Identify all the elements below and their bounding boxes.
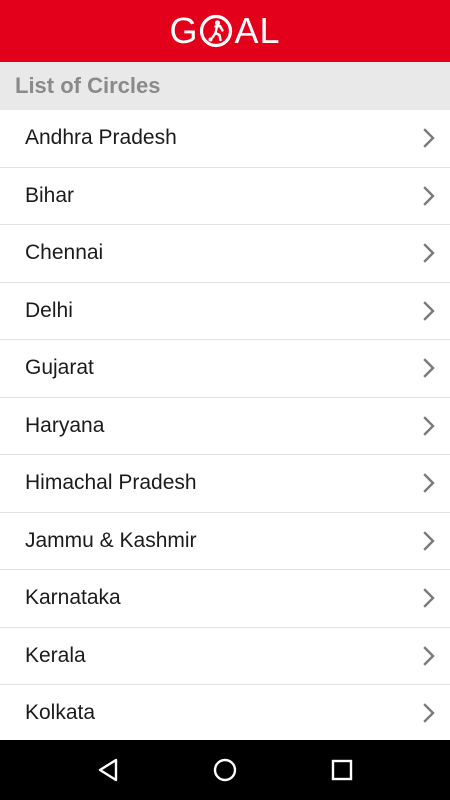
list-item-label: Jammu & Kashmir	[25, 528, 197, 552]
goal-logo: G AL	[169, 13, 280, 49]
list-item-label: Delhi	[25, 298, 73, 322]
list-item[interactable]: Karnataka	[0, 570, 450, 628]
list-item-label: Kolkata	[25, 701, 96, 725]
list-item-label: Andhra Pradesh	[25, 126, 177, 150]
list-item[interactable]: Delhi	[0, 282, 450, 340]
list-item[interactable]: Chennai	[0, 225, 450, 283]
app-header: G AL	[0, 0, 450, 62]
section-header: List of Circles	[0, 62, 450, 110]
list-item[interactable]: Himachal Pradesh	[0, 455, 450, 513]
chevron-right-icon	[423, 186, 435, 206]
list-item-label: Himachal Pradesh	[25, 471, 197, 495]
list-item-label: Haryana	[25, 413, 105, 437]
chevron-right-icon	[423, 473, 435, 493]
list-item[interactable]: Haryana	[0, 397, 450, 455]
list-item-label: Karnataka	[25, 586, 121, 610]
chevron-right-icon	[423, 416, 435, 436]
list-item[interactable]: Kerala	[0, 627, 450, 685]
list-item[interactable]: Bihar	[0, 167, 450, 225]
list-item-label: Bihar	[25, 183, 75, 207]
section-title: List of Circles	[15, 73, 161, 98]
android-nav-bar	[0, 740, 450, 800]
list-item[interactable]: Andhra Pradesh	[0, 110, 450, 168]
chevron-right-icon	[423, 646, 435, 666]
logo-text-al: AL	[234, 10, 281, 51]
chevron-right-icon	[423, 703, 435, 723]
list-item-label: Chennai	[25, 241, 104, 265]
chevron-right-icon	[423, 358, 435, 378]
home-button[interactable]	[201, 746, 249, 794]
list-item[interactable]: Jammu & Kashmir	[0, 512, 450, 570]
circle-list[interactable]: Andhra Pradesh Bihar Chennai Delhi Gujar…	[0, 110, 450, 740]
chevron-right-icon	[423, 243, 435, 263]
chevron-right-icon	[423, 301, 435, 321]
square-recents-icon	[331, 759, 352, 781]
back-button[interactable]	[84, 746, 132, 794]
list-item-label: Gujarat	[25, 356, 94, 380]
list-item[interactable]: Kolkata	[0, 685, 450, 740]
football-player-icon	[200, 14, 233, 48]
circle-home-icon	[213, 758, 237, 782]
triangle-back-icon	[99, 758, 118, 782]
app-screen: G AL List of Circles Andhra Pradesh Biha…	[0, 0, 450, 800]
chevron-right-icon	[423, 128, 435, 148]
recents-button[interactable]	[318, 746, 366, 794]
logo-text-g: G	[169, 10, 199, 51]
list-item[interactable]: Gujarat	[0, 340, 450, 398]
chevron-right-icon	[423, 588, 435, 608]
list-item-label: Kerala	[25, 643, 86, 667]
chevron-right-icon	[423, 531, 435, 551]
